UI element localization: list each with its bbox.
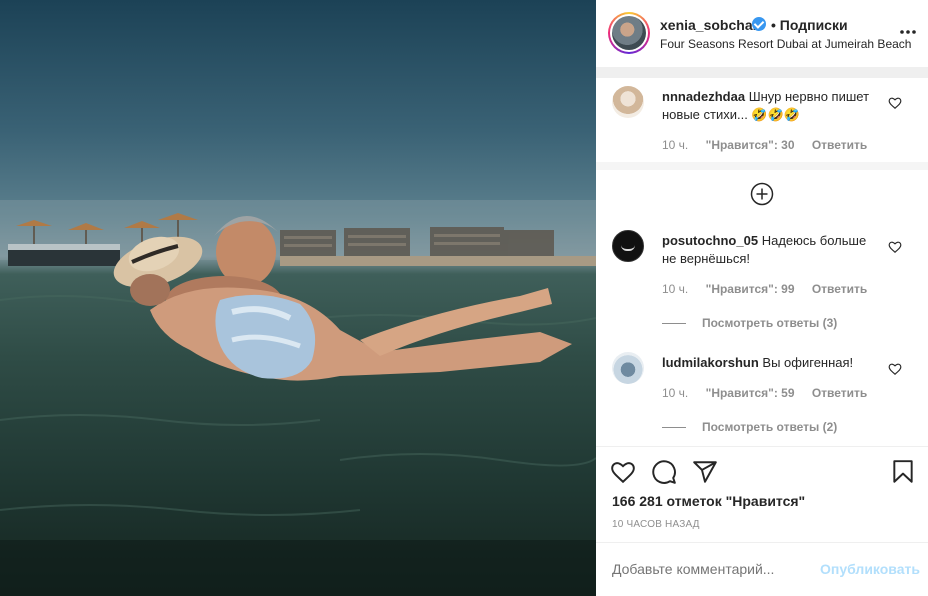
comment-meta: 10 ч. "Нравится": 59 Ответить (662, 386, 881, 400)
comment-username[interactable]: nnnadezhdaa (662, 89, 745, 104)
comment-text: ludmilakorshun Вы офигенная! (662, 354, 882, 372)
comment-likes[interactable]: "Нравится": 30 (706, 138, 795, 152)
follow-button[interactable]: • Подписки (771, 17, 848, 33)
comment-item: posutochno_05 Надеюсь больше не вернёшьс… (596, 230, 928, 334)
location-link[interactable]: Four Seasons Resort Dubai at Jumeirah Be… (660, 37, 911, 51)
reply-button[interactable]: Ответить (812, 386, 867, 400)
more-horizontal-icon[interactable] (899, 24, 917, 40)
comment-meta: 10 ч. "Нравится": 30 Ответить (662, 138, 881, 152)
like-comment-heart-icon[interactable] (888, 96, 902, 110)
comment-meta: 10 ч. "Нравится": 99 Ответить (662, 282, 881, 296)
reply-button[interactable]: Ответить (812, 138, 867, 152)
plus-circle-icon[interactable] (750, 182, 774, 206)
post-comment-button[interactable]: Опубликовать (820, 561, 920, 577)
likes-count[interactable]: 166 281 отметок "Нравится" (612, 493, 805, 509)
comment-time: 10 ч. (662, 282, 689, 296)
beach-scene-image (0, 200, 596, 596)
comment-input[interactable] (612, 561, 812, 577)
comment-time: 10 ч. (662, 138, 689, 152)
comment-divider (596, 162, 928, 170)
share-icon[interactable] (692, 459, 718, 485)
comment-avatar[interactable] (612, 352, 644, 384)
comment-avatar[interactable] (612, 86, 644, 118)
comment-item: ludmilakorshun Вы офигенная! 10 ч. "Нрав… (596, 352, 928, 452)
post-photo[interactable] (0, 0, 596, 596)
author-username[interactable]: xenia_sobchak (660, 17, 760, 33)
comment-item: nnnadezhdaa Шнур нервно пишет новые стих… (596, 86, 928, 166)
add-comment-bar: Опубликовать (596, 542, 928, 596)
comment-icon[interactable] (651, 459, 677, 485)
header-divider (596, 68, 928, 78)
avatar[interactable] (608, 12, 650, 54)
comment-likes[interactable]: "Нравится": 59 (706, 386, 795, 400)
comment-text: posutochno_05 Надеюсь больше не вернёшьс… (662, 232, 882, 268)
comments-list: nnnadezhdaa Шнур нервно пишет новые стих… (596, 78, 928, 450)
view-replies-button[interactable]: Посмотреть ответы (3) (662, 316, 837, 330)
bookmark-icon[interactable] (890, 459, 916, 485)
comment-username[interactable]: posutochno_05 (662, 233, 758, 248)
comment-time: 10 ч. (662, 386, 689, 400)
comment-avatar[interactable] (612, 230, 644, 262)
post-time: 10 ЧАСОВ НАЗАД (612, 519, 700, 530)
comment-likes[interactable]: "Нравится": 99 (706, 282, 795, 296)
post-sidebar: xenia_sobchak • Подписки Four Seasons Re… (596, 0, 928, 596)
comment-body: Вы офигенная! (762, 355, 854, 370)
comment-username[interactable]: ludmilakorshun (662, 355, 759, 370)
verified-badge-icon (752, 17, 766, 31)
reply-button[interactable]: Ответить (812, 282, 867, 296)
post-actions: 166 281 отметок "Нравится" 10 ЧАСОВ НАЗА… (596, 446, 928, 542)
heart-icon[interactable] (610, 459, 636, 485)
view-replies-button[interactable]: Посмотреть ответы (2) (662, 420, 837, 434)
comment-text: nnnadezhdaa Шнур нервно пишет новые стих… (662, 88, 882, 124)
like-comment-heart-icon[interactable] (888, 240, 902, 254)
post-header: xenia_sobchak • Подписки Four Seasons Re… (596, 0, 928, 68)
like-comment-heart-icon[interactable] (888, 362, 902, 376)
